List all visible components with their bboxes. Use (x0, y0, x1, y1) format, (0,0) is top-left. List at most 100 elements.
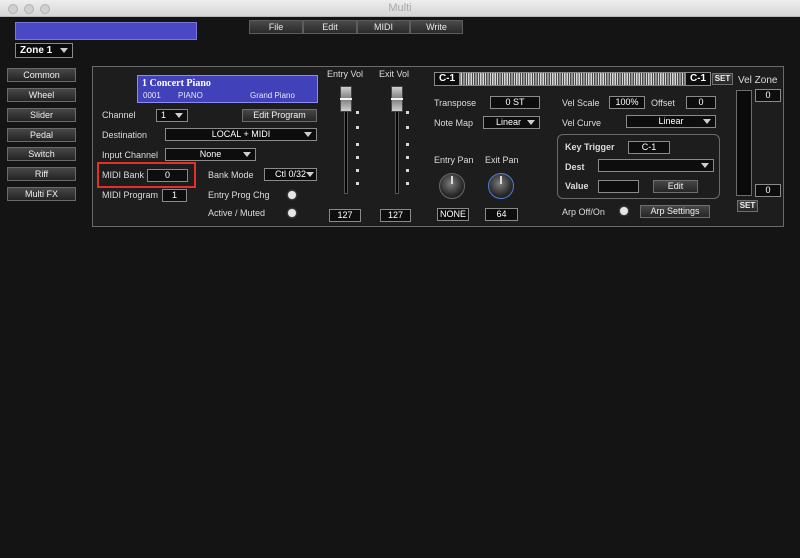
channel-select[interactable]: 1 (156, 109, 188, 122)
arp-toggle[interactable] (620, 207, 628, 215)
arp-settings-button[interactable]: Arp Settings (640, 205, 710, 218)
key-trigger-edit-button[interactable]: Edit (653, 180, 698, 193)
knob-indicator (451, 176, 453, 184)
vel-scale-label: Vel Scale (562, 98, 600, 108)
vel-curve-value: Linear (658, 116, 684, 126)
bank-mode-value: Ctl 0/32 (275, 169, 307, 179)
entry-pan-knob[interactable] (439, 173, 465, 199)
active-muted-label: Active / Muted (208, 208, 266, 218)
channel-label: Channel (102, 110, 136, 120)
vel-zone-bottom-field[interactable]: 0 (755, 184, 781, 197)
program-display[interactable]: 1 Concert Piano 0001 PIANO Grand Piano (137, 75, 318, 103)
input-channel-label: Input Channel (102, 150, 159, 160)
vel-zone-set-button[interactable]: SET (737, 200, 758, 212)
fader-grip (391, 98, 403, 100)
key-trigger-label: Key Trigger (565, 142, 615, 152)
vel-curve-select[interactable]: Linear (626, 115, 716, 128)
note-map-select[interactable]: Linear (483, 116, 540, 129)
note-map-label: Note Map (434, 118, 474, 128)
entry-pan-value[interactable]: NONE (437, 208, 469, 221)
scale-dot (406, 156, 409, 159)
edit-program-button[interactable]: Edit Program (242, 109, 317, 122)
entry-vol-fader[interactable] (340, 86, 352, 112)
vel-zone-label: Vel Zone (738, 75, 778, 86)
bank-mode-label: Bank Mode (208, 170, 254, 180)
exit-pan-value[interactable]: 64 (485, 208, 518, 221)
exit-pan-knob[interactable] (488, 173, 514, 199)
value-field[interactable] (598, 180, 639, 193)
zone-color-bar (15, 22, 197, 40)
chevron-down-icon (306, 172, 314, 177)
chevron-down-icon (527, 120, 535, 125)
key-range-set-button[interactable]: SET (712, 73, 733, 85)
file-button[interactable]: File (249, 20, 303, 34)
sidebar-item-riff[interactable]: Riff (7, 167, 76, 181)
sidebar-item-multi-fx[interactable]: Multi FX (7, 187, 76, 201)
chevron-down-icon (175, 113, 183, 118)
highlight-box (97, 162, 196, 188)
key-range-keyboard[interactable] (460, 72, 685, 86)
input-channel-select[interactable]: None (165, 148, 256, 161)
key-range-high[interactable]: C-1 (685, 72, 711, 86)
zone-select-value: Zone 1 (20, 45, 53, 56)
channel-value: 1 (161, 110, 167, 120)
active-muted-toggle[interactable] (288, 209, 296, 217)
write-button[interactable]: Write (410, 20, 463, 34)
midi-program-label: MIDI Program (102, 190, 159, 200)
bank-mode-select[interactable]: Ctl 0/32 (264, 168, 317, 181)
scale-dot (356, 111, 359, 114)
vel-zone-slider[interactable] (736, 90, 752, 196)
entry-pan-label: Entry Pan (434, 155, 474, 165)
knob-indicator (500, 176, 502, 184)
scale-dot (356, 126, 359, 129)
scale-dot (356, 169, 359, 172)
offset-label: Offset (651, 98, 675, 108)
chevron-down-icon (703, 119, 711, 124)
vel-zone-top-field[interactable]: 0 (755, 89, 781, 102)
program-category: PIANO (178, 91, 203, 100)
destination-value: LOCAL + MIDI (211, 129, 271, 139)
sidebar-item-slider[interactable]: Slider (7, 108, 76, 122)
chevron-down-icon (60, 48, 68, 53)
scale-dot (356, 156, 359, 159)
destination-select[interactable]: LOCAL + MIDI (165, 128, 317, 141)
transpose-field[interactable]: 0 ST (490, 96, 540, 109)
vel-curve-label: Vel Curve (562, 118, 602, 128)
scale-dot (356, 143, 359, 146)
dest-label: Dest (565, 162, 585, 172)
chevron-down-icon (701, 163, 709, 168)
input-channel-value: None (199, 149, 222, 159)
value-label: Value (565, 181, 589, 191)
midi-button[interactable]: MIDI (357, 20, 410, 34)
scale-dot (356, 182, 359, 185)
entry-vol-value[interactable]: 127 (329, 209, 361, 222)
sidebar-item-switch[interactable]: Switch (7, 147, 76, 161)
zone-select[interactable]: Zone 1 (15, 43, 73, 58)
sidebar-item-wheel[interactable]: Wheel (7, 88, 76, 102)
sidebar-item-common[interactable]: Common (7, 68, 76, 82)
program-type: Grand Piano (250, 91, 295, 100)
program-name: 1 Concert Piano (142, 78, 211, 89)
sidebar-item-pedal[interactable]: Pedal (7, 128, 76, 142)
destination-label: Destination (102, 130, 148, 140)
exit-vol-label: Exit Vol (379, 69, 410, 79)
scale-dot (406, 169, 409, 172)
entry-prog-chg-toggle[interactable] (288, 191, 296, 199)
exit-vol-fader[interactable] (391, 86, 403, 112)
entry-vol-label: Entry Vol (327, 69, 364, 79)
exit-vol-value[interactable]: 127 (380, 209, 411, 222)
window-title: Multi (388, 2, 412, 14)
chevron-down-icon (304, 132, 312, 137)
arp-label: Arp Off/On (562, 207, 605, 217)
dest-select[interactable] (598, 159, 714, 172)
key-trigger-field[interactable]: C-1 (628, 141, 670, 154)
offset-field[interactable]: 0 (686, 96, 716, 109)
note-map-value: Linear (496, 117, 522, 127)
key-range-low[interactable]: C-1 (434, 72, 460, 86)
program-id: 0001 (143, 91, 161, 100)
midi-program-field[interactable]: 1 (162, 189, 187, 202)
edit-button[interactable]: Edit (303, 20, 357, 34)
scale-dot (406, 111, 409, 114)
scale-dot (406, 182, 409, 185)
vel-scale-field[interactable]: 100% (609, 96, 645, 109)
